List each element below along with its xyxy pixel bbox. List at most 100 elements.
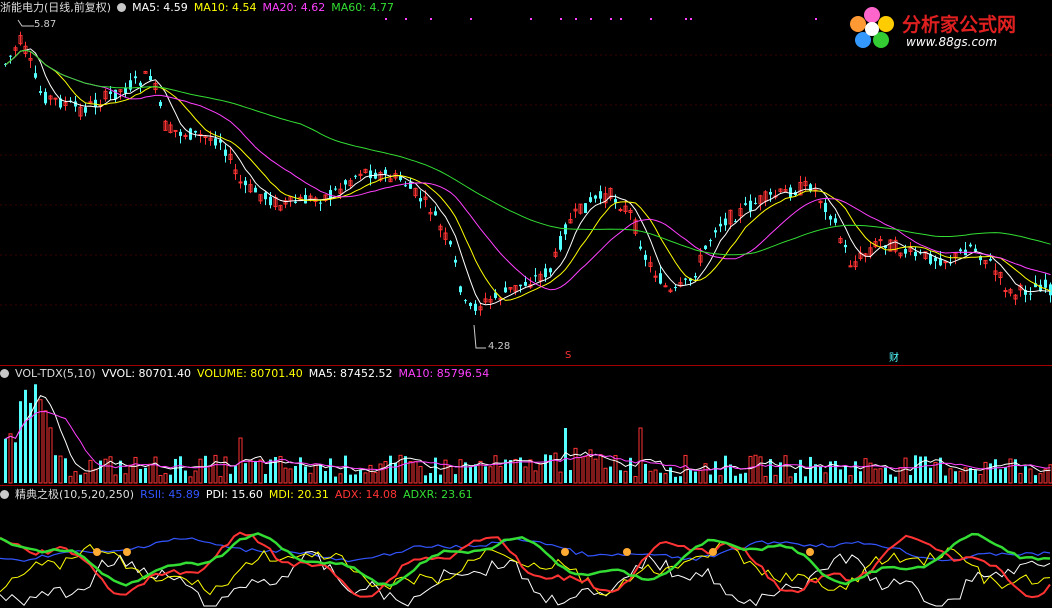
candle-body [109, 91, 112, 95]
volume-bar [1024, 466, 1027, 483]
volume-bar [999, 469, 1002, 483]
volume-bar [609, 466, 612, 483]
volume-bar [623, 470, 628, 484]
pdi-label: PDI: 15.60 [205, 488, 263, 501]
candle-body [88, 101, 93, 104]
mdi-line [0, 541, 1051, 596]
high-pointer [17, 19, 34, 27]
volume-bar [848, 475, 853, 484]
volume-bar [179, 456, 182, 483]
volume-bar [73, 471, 78, 484]
volume-bar [533, 470, 538, 484]
volume-bar [38, 399, 43, 484]
volume-bar [359, 470, 362, 483]
candle-body [264, 192, 267, 200]
candle-body [419, 198, 422, 202]
volume-bar [978, 473, 983, 484]
candle-body [524, 282, 527, 286]
volume-bar [213, 454, 218, 484]
settings-dot-icon[interactable] [0, 490, 9, 499]
volume-bar [974, 469, 977, 483]
indicator-pane-header: 精典之极(10,5,20,250) RSII: 45.89 PDI: 15.60 MD… [0, 488, 479, 502]
adx-label: ADX: 14.08 [334, 488, 398, 501]
volume-bar [679, 476, 682, 483]
volume-bar [153, 456, 158, 484]
volume-bar [288, 468, 293, 484]
candle-body [519, 284, 522, 287]
volume-bar [278, 455, 283, 484]
volume-bar [113, 474, 118, 484]
candle-body [544, 268, 547, 278]
signal-s-marker: S [565, 350, 572, 361]
volume-bar [878, 468, 883, 484]
volume-bar [29, 402, 32, 483]
candle-body [549, 268, 552, 273]
volume-bar [294, 465, 297, 483]
vol-ma10-label: MA10: 85796.54 [398, 367, 490, 380]
volume-bar [338, 473, 343, 484]
candle-body [724, 218, 727, 226]
vvol-label: VVOL: 80701.40 [101, 367, 192, 380]
candle-body [1029, 293, 1032, 295]
volume-bar [1014, 459, 1017, 483]
candle-body [789, 187, 792, 198]
settings-dot-icon[interactable] [0, 369, 9, 378]
volume-bar [613, 455, 618, 484]
volume-label: VOLUME: 80701.40 [197, 367, 303, 380]
volume-bar [783, 455, 788, 484]
volume-bar [418, 466, 423, 484]
adxr-line [0, 532, 1051, 588]
volume-bar [619, 470, 622, 483]
volume-bar [758, 456, 763, 484]
volume-bar [498, 465, 503, 484]
candle-body [974, 248, 977, 252]
candle-body [809, 184, 812, 192]
volume-bar [863, 458, 868, 484]
volume-bar [929, 467, 932, 483]
volume-bar [969, 467, 972, 483]
candle-body [829, 215, 832, 220]
volume-bar [429, 472, 432, 483]
volume-bar [859, 471, 862, 483]
volume-bar [54, 455, 57, 483]
volume-bar [14, 442, 17, 483]
volume-bar [434, 457, 437, 483]
candle-body [344, 180, 347, 185]
volume-bar [819, 466, 822, 483]
volume-bar [34, 384, 37, 483]
candle-body [244, 180, 247, 186]
candle-body [534, 275, 537, 277]
candle-body [589, 197, 592, 202]
volume-bar [264, 474, 267, 483]
volume-bar [1028, 468, 1033, 484]
candle-body [334, 188, 337, 190]
candle-body [614, 199, 617, 203]
volume-bar [748, 455, 753, 484]
pane-separator [0, 485, 1052, 486]
volume-bar [83, 472, 88, 484]
volume-bar [148, 463, 153, 484]
hand-signal-icon [806, 548, 814, 556]
signal-dot [620, 18, 622, 20]
volume-bar [474, 464, 477, 483]
volume-bar [1034, 475, 1037, 483]
volume-bar [909, 475, 912, 483]
vol-ma10-line [5, 410, 1051, 471]
volume-bar [218, 476, 223, 484]
volume-bar [234, 465, 237, 483]
volume-bar [558, 471, 563, 484]
volume-bar [424, 475, 427, 483]
candle-body [53, 97, 58, 100]
candle-body [254, 187, 257, 193]
pane-separator [0, 365, 1052, 366]
hand-signal-icon [623, 548, 631, 556]
volume-bar [914, 455, 917, 483]
price-chart[interactable] [0, 0, 1052, 366]
volume-bar [903, 457, 908, 484]
volume-bar [58, 455, 63, 484]
volume-bar [4, 438, 7, 483]
volume-bar [484, 466, 487, 483]
volume-bar [588, 449, 593, 484]
volume-bar [368, 464, 373, 484]
volume-bar [439, 474, 442, 483]
